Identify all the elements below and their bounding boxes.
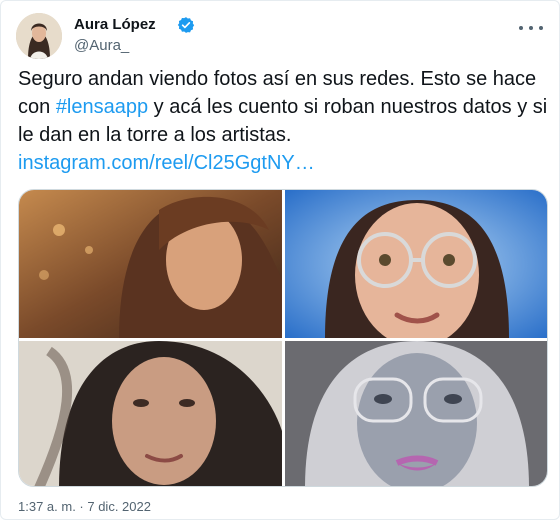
author-avatar[interactable] xyxy=(16,13,62,59)
media-photo-4[interactable] xyxy=(285,341,547,486)
verified-badge-icon xyxy=(177,16,195,34)
external-link[interactable]: instagram.com/reel/Cl25GgtNY… xyxy=(18,152,315,174)
media-photo-1[interactable] xyxy=(19,190,282,338)
media-photo-2[interactable] xyxy=(285,190,547,338)
hashtag-link[interactable]: #lensaapp xyxy=(56,96,148,118)
media-photo-3[interactable] xyxy=(19,341,282,486)
media-grid xyxy=(18,189,548,487)
tweet-timestamp[interactable]: 1:37 a. m. · 7 dic. 2022 xyxy=(18,499,151,514)
tweet-text: Seguro andan viendo fotos así en sus red… xyxy=(18,65,548,177)
author-handle[interactable]: @Aura_ xyxy=(74,37,129,54)
tweet-card: Aura López @Aura_ Seguro andan viendo fo… xyxy=(0,0,560,520)
author-name[interactable]: Aura López xyxy=(74,16,156,33)
more-options-icon[interactable] xyxy=(519,19,543,37)
